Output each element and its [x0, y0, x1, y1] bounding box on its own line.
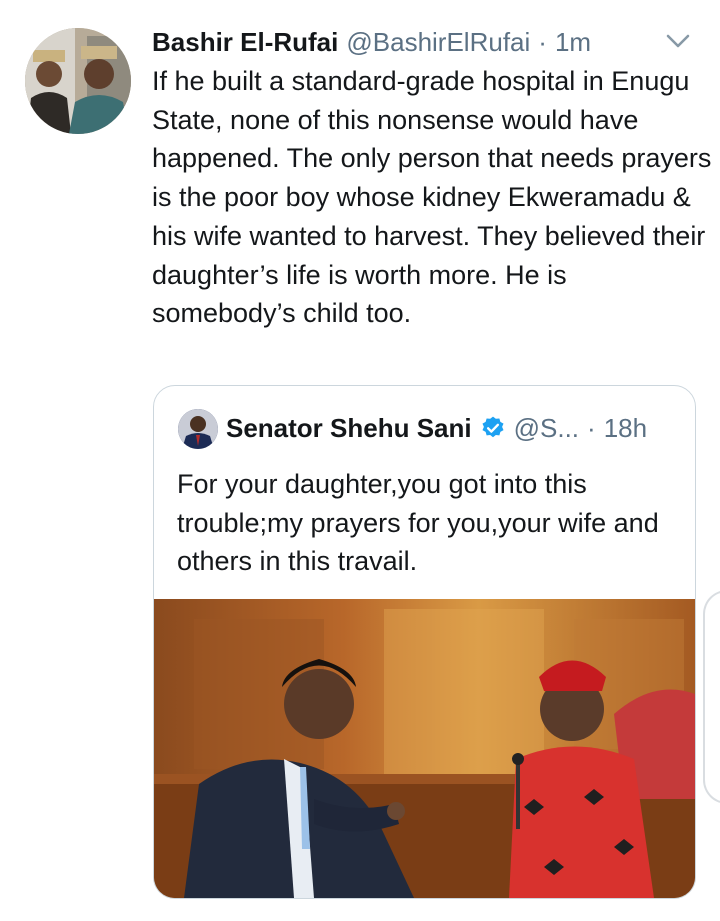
quoted-tweet-text: For your daughter,you got into this trou…	[177, 469, 659, 576]
side-scroll-handle[interactable]	[703, 590, 720, 804]
author-name[interactable]: Bashir El-Rufai	[152, 27, 338, 58]
quoted-author-avatar[interactable]	[178, 409, 218, 449]
quoted-tweet-time[interactable]: 18h	[604, 413, 647, 444]
quoted-author-handle[interactable]: @S...	[514, 413, 579, 444]
quoted-tweet-header: Senator Shehu Sani @S... · 18h	[226, 408, 647, 448]
author-avatar[interactable]	[25, 28, 131, 134]
tweet-header: Bashir El-Rufai @BashirElRufai · 1m	[152, 22, 591, 62]
quoted-tweet[interactable]: Senator Shehu Sani @S... · 18h For your …	[153, 385, 696, 899]
tweet-text: If he built a standard-grade hospital in…	[152, 66, 712, 329]
quoted-author-name[interactable]: Senator Shehu Sani	[226, 413, 472, 444]
verified-badge-icon	[482, 416, 504, 438]
tweet[interactable]: Bashir El-Rufai @BashirElRufai · 1m If h…	[0, 0, 720, 921]
chevron-down-icon[interactable]	[664, 30, 692, 52]
separator-dot: ·	[538, 26, 547, 57]
tweet-time[interactable]: 1m	[555, 27, 591, 58]
quoted-tweet-photo[interactable]	[154, 599, 695, 898]
separator-dot: ·	[587, 412, 596, 443]
author-handle[interactable]: @BashirElRufai	[346, 27, 530, 58]
